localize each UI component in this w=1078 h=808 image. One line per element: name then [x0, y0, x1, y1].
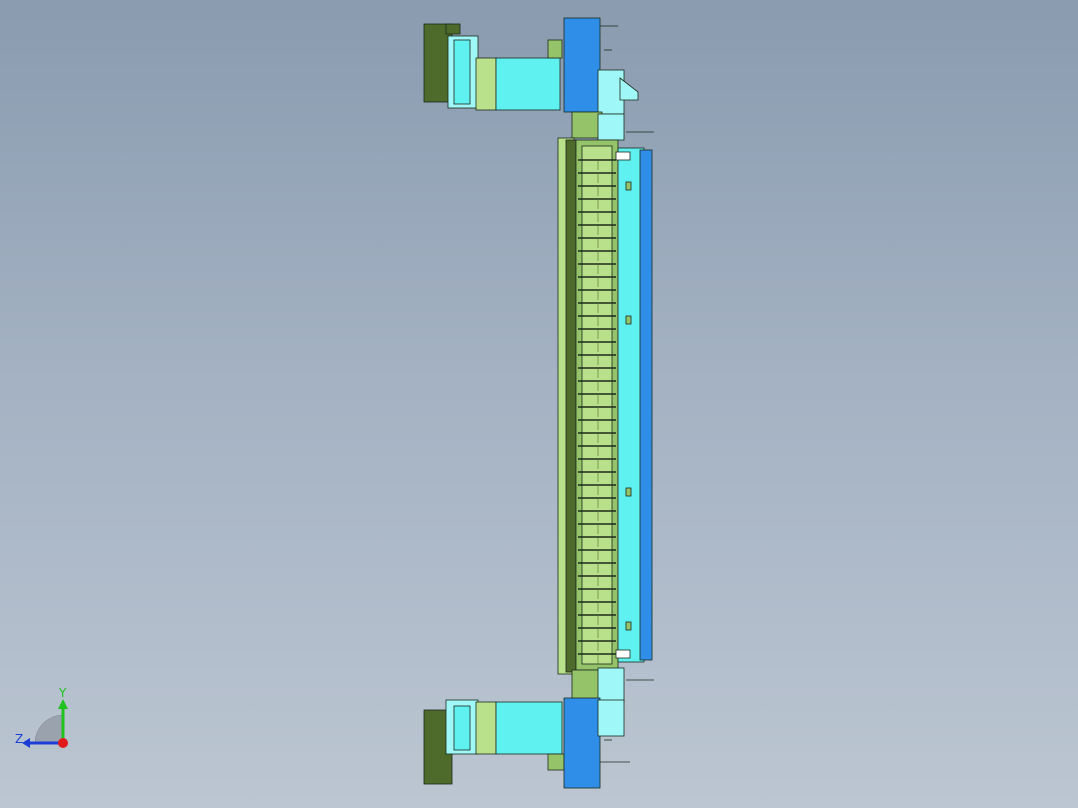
top-arm-slot[interactable]: [547, 39, 563, 59]
top-neck-cyan[interactable]: [597, 113, 625, 141]
coordinate-triad: Y Z: [15, 686, 68, 748]
y-axis-label: Y: [58, 686, 67, 700]
bottom-arm-slot[interactable]: [547, 753, 565, 771]
top-side-tab[interactable]: [619, 77, 639, 101]
top-arm-green[interactable]: [475, 57, 497, 111]
rail-clip-top[interactable]: [615, 151, 631, 161]
rail-clip-bottom[interactable]: [615, 649, 631, 659]
rail-tab-3[interactable]: [625, 487, 632, 497]
top-blue-block[interactable]: [563, 17, 601, 113]
part-assembly[interactable]: [423, 17, 654, 789]
bottom-side-plate[interactable]: [597, 699, 625, 737]
rail-dark-strip[interactable]: [565, 139, 577, 673]
z-axis-label: Z: [15, 732, 23, 746]
bottom-bracket[interactable]: [423, 667, 654, 789]
bottom-neck[interactable]: [571, 669, 603, 701]
bottom-clamp-rod[interactable]: [453, 705, 471, 751]
bottom-blue-block[interactable]: [563, 697, 601, 789]
top-neck[interactable]: [571, 111, 603, 139]
top-arm-cyan[interactable]: [495, 57, 561, 111]
rail-tab-2[interactable]: [625, 315, 632, 325]
rail-tab-4[interactable]: [625, 621, 632, 631]
bottom-neck-cyan[interactable]: [597, 667, 625, 703]
top-bracket[interactable]: [423, 17, 654, 141]
rail-tab-1[interactable]: [625, 181, 632, 191]
triad-arc: [34, 714, 64, 744]
bottom-arm-cyan[interactable]: [495, 701, 563, 755]
bottom-arm-green[interactable]: [475, 701, 497, 755]
y-axis-arrow: [58, 699, 68, 709]
x-axis-dot: [58, 738, 68, 748]
top-clamp-rod[interactable]: [453, 39, 471, 105]
rail-blue-edge[interactable]: [639, 149, 653, 661]
top-clamp-cap[interactable]: [445, 23, 461, 35]
rail-comb-inner[interactable]: [581, 145, 613, 665]
cad-model-viewport[interactable]: [0, 0, 1078, 808]
main-rail[interactable]: [557, 137, 653, 675]
